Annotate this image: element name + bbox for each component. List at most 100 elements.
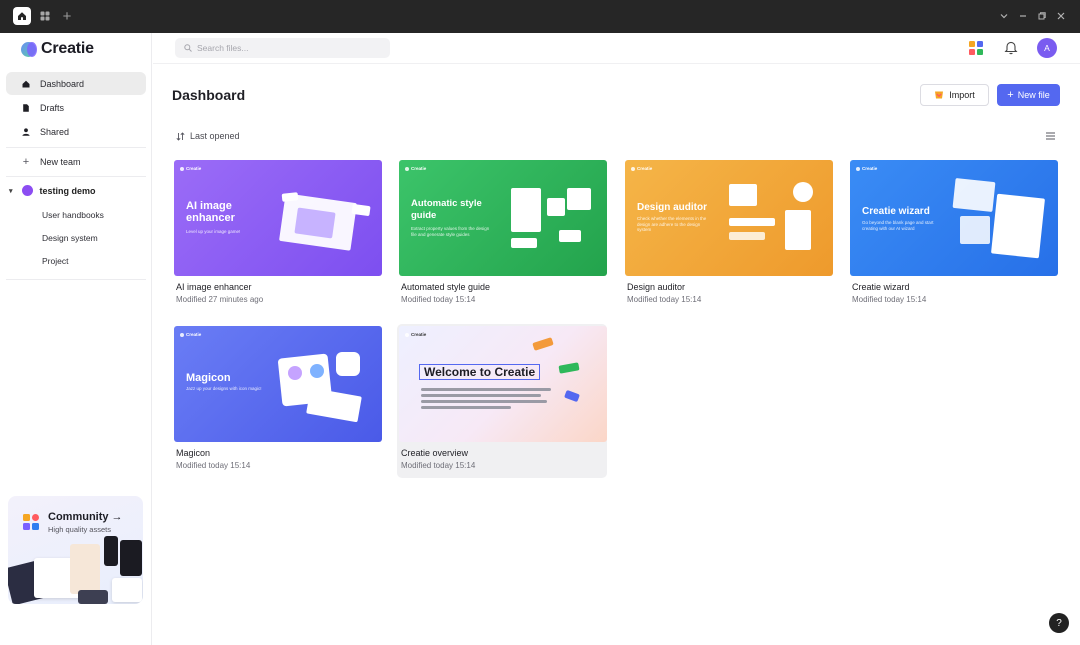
page-title: Dashboard	[172, 87, 246, 103]
file-name: Design auditor	[627, 282, 686, 292]
file-thumbnail: Creatie AI image enhancer Level up your …	[174, 160, 382, 276]
search-box[interactable]	[175, 38, 390, 58]
home-tab-icon[interactable]	[13, 7, 31, 25]
file-modified: Modified today 15:14	[852, 295, 927, 304]
sidebar-item-drafts[interactable]: Drafts	[6, 96, 146, 119]
sidebar-item-dashboard[interactable]: Dashboard	[6, 72, 146, 95]
thumb-illustration	[547, 198, 565, 216]
user-icon	[22, 127, 30, 136]
community-banner[interactable]: Community → High quality assets	[8, 496, 143, 604]
thumb-illustration	[729, 184, 757, 206]
thumb-illustration	[785, 210, 811, 250]
thumb-subtitle: Check whether the elements in the design…	[637, 216, 707, 232]
new-tab-icon[interactable]: +	[58, 7, 76, 25]
sort-label: Last opened	[190, 131, 240, 141]
new-file-button[interactable]: + New file	[997, 84, 1060, 106]
import-button[interactable]: Import	[920, 84, 989, 106]
file-card[interactable]: Creatie Magicon Jazz up your designs wit…	[172, 324, 382, 474]
file-name: Automated style guide	[401, 282, 491, 292]
new-team-button[interactable]: + New team	[6, 150, 146, 173]
brand-name: Creatie	[41, 40, 94, 57]
thumb-illustration	[288, 366, 302, 380]
file-card[interactable]: Creatie Design auditor Check whether the…	[623, 158, 833, 308]
file-card[interactable]: Creatie AI image enhancer Level up your …	[172, 158, 382, 308]
thumb-illustration	[960, 216, 990, 244]
file-name: Creatie wizard	[852, 282, 910, 292]
user-avatar[interactable]: A	[1037, 38, 1057, 58]
file-card[interactable]: Creatie Creatie wizard Go beyond the bla…	[848, 158, 1058, 308]
sidebar-item-shared[interactable]: Shared	[6, 120, 146, 143]
file-thumbnail: Creatie Creatie wizard Go beyond the bla…	[850, 160, 1058, 276]
thumb-illustration	[310, 364, 324, 378]
close-icon[interactable]	[1053, 8, 1069, 24]
brand-logo[interactable]: Creatie	[21, 40, 94, 58]
thumb-title: Welcome to Creatie	[419, 364, 541, 380]
thumb-subtitle: Level up your image game!	[186, 229, 241, 234]
search-input[interactable]	[197, 43, 377, 53]
thumb-illustration	[532, 337, 554, 351]
chevron-down-icon[interactable]	[996, 8, 1012, 24]
team-avatar	[21, 185, 33, 196]
preview-thumbnail	[78, 590, 108, 604]
file-modified: Modified today 15:14	[627, 295, 702, 304]
divider	[6, 176, 146, 177]
sidebar-item-label: Dashboard	[40, 78, 85, 89]
team-header[interactable]: ▾ testing demo	[9, 185, 96, 196]
thumb-illustration	[421, 388, 551, 391]
thumb-illustration	[511, 238, 537, 248]
import-label: Import	[949, 90, 975, 100]
thumb-title: AI image enhancer	[186, 200, 235, 224]
apps-icon[interactable]	[969, 41, 983, 55]
thumb-illustration	[421, 406, 511, 409]
thumb-illustration	[952, 177, 996, 213]
file-thumbnail: Creatie Automatic style guide Extract pr…	[399, 160, 607, 276]
home-icon	[22, 80, 30, 88]
thumb-title: Creatie wizard	[862, 206, 930, 217]
file-modified: Modified 27 minutes ago	[176, 295, 264, 304]
thumb-illustration	[294, 207, 336, 239]
sort-icon	[176, 131, 185, 141]
project-item[interactable]: Design system	[42, 233, 98, 243]
file-card[interactable]: Creatie Welcome to Creatie Creatie overv…	[397, 324, 607, 478]
help-button[interactable]: ?	[1049, 613, 1069, 633]
thumb-subtitle: Jazz up your designs with icon magic!	[186, 386, 262, 391]
thumb-title: Magicon	[186, 372, 231, 384]
sort-dropdown[interactable]: Last opened	[176, 131, 240, 141]
thumb-illustration	[421, 394, 541, 397]
thumb-illustration	[990, 193, 1046, 259]
project-item[interactable]: User handbooks	[42, 210, 104, 220]
bell-icon[interactable]	[1004, 40, 1018, 55]
file-card[interactable]: Creatie Automatic style guide Extract pr…	[397, 158, 607, 308]
thumb-illustration	[793, 182, 813, 202]
file-name: Magicon	[176, 448, 211, 458]
file-thumbnail: Creatie Design auditor Check whether the…	[625, 160, 833, 276]
thumb-illustration	[567, 188, 591, 210]
community-icon	[23, 514, 39, 530]
list-view-icon[interactable]	[1046, 132, 1055, 140]
thumb-illustration	[281, 192, 299, 202]
sidebar-item-label: Drafts	[40, 102, 65, 113]
community-subtitle: High quality assets	[48, 525, 111, 534]
thumb-brand: Creatie	[180, 332, 201, 337]
thumb-illustration	[511, 188, 541, 232]
divider	[6, 279, 146, 280]
file-modified: Modified today 15:14	[401, 461, 476, 470]
apps-tab-icon[interactable]	[36, 7, 54, 25]
search-icon	[184, 44, 192, 52]
thumb-illustration	[421, 400, 547, 403]
project-item[interactable]: Project	[42, 256, 68, 266]
thumb-illustration	[564, 389, 580, 403]
community-title: Community →	[48, 511, 123, 523]
import-icon	[935, 91, 944, 99]
restore-icon[interactable]	[1034, 8, 1050, 24]
thumb-illustration	[306, 387, 362, 423]
thumb-brand: Creatie	[405, 332, 426, 337]
file-icon	[22, 103, 30, 112]
sidebar-item-label: Shared	[40, 126, 70, 137]
thumb-brand: Creatie	[856, 166, 877, 171]
thumb-brand: Creatie	[631, 166, 652, 171]
preview-thumbnail	[112, 578, 142, 602]
file-name: Creatie overview	[401, 448, 469, 458]
file-modified: Modified today 15:14	[401, 295, 476, 304]
minimize-icon[interactable]	[1015, 8, 1031, 24]
